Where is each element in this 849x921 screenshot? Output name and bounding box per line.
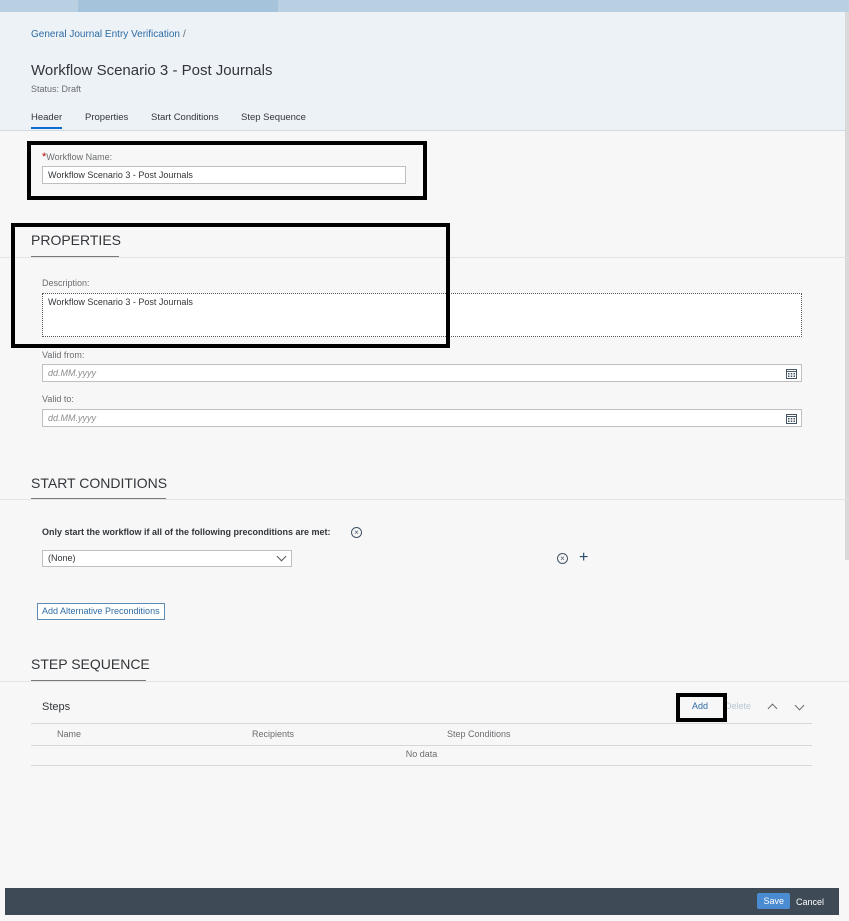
column-header-name: Name [57, 729, 82, 739]
chevron-up-icon[interactable] [767, 703, 778, 714]
workflow-name-input[interactable]: Workflow Scenario 3 - Post Journals [42, 166, 406, 184]
chevron-down-icon[interactable] [794, 700, 805, 711]
tab-start-conditions[interactable]: Start Conditions [151, 112, 219, 123]
precondition-text: Only start the workflow if all of the fo… [42, 527, 331, 537]
cancel-button[interactable]: Cancel [790, 893, 830, 909]
valid-from-input[interactable]: dd.MM.yyyy [42, 364, 802, 382]
properties-section-title: PROPERTIES [31, 232, 121, 248]
footer-toolbar: Save Cancel [5, 888, 839, 915]
page-title: Workflow Scenario 3 - Post Journals [31, 62, 273, 79]
section-divider [0, 499, 849, 500]
section-divider [0, 681, 849, 682]
tab-properties[interactable]: Properties [85, 112, 128, 123]
valid-to-input[interactable]: dd.MM.yyyy [42, 409, 802, 427]
add-alternative-preconditions-button[interactable]: Add Alternative Preconditions [37, 603, 165, 620]
column-header-recipients: Recipients [252, 729, 295, 739]
valid-from-placeholder: dd.MM.yyyy [48, 368, 97, 378]
tab-step-sequence[interactable]: Step Sequence [241, 112, 306, 123]
calendar-icon[interactable] [786, 368, 797, 379]
no-data-row: No data [31, 745, 812, 766]
description-label: Description: [42, 278, 90, 288]
description-textarea[interactable]: Workflow Scenario 3 - Post Journals [42, 293, 802, 337]
save-button[interactable]: Save [757, 893, 790, 909]
workflow-name-label: *Workflow Name: [42, 151, 112, 163]
breadcrumb-separator: / [182, 29, 186, 40]
column-header-step-conditions: Step Conditions [447, 729, 511, 739]
shell-tab-highlight [78, 0, 278, 12]
chevron-down-icon [276, 551, 287, 562]
valid-to-label: Valid to: [42, 394, 74, 404]
steps-table-header: Name Recipients Step Conditions [31, 723, 812, 746]
vertical-scrollbar[interactable] [845, 12, 849, 560]
shell-top-bar [0, 0, 849, 12]
calendar-icon[interactable] [786, 413, 797, 424]
precondition-select-value: (None) [48, 553, 76, 563]
valid-to-placeholder: dd.MM.yyyy [48, 413, 97, 423]
page-header: General Journal Entry Verification / Work… [0, 12, 849, 131]
breadcrumb-link[interactable]: General Journal Entry Verification [31, 29, 180, 40]
breadcrumb: General Journal Entry Verification / [31, 29, 186, 40]
clear-circle-icon[interactable]: × [351, 527, 362, 538]
tab-header[interactable]: Header [31, 112, 63, 129]
delete-step-button[interactable]: Delete [725, 701, 751, 711]
status-text: Status: Draft [31, 84, 82, 94]
valid-from-label: Valid from: [42, 350, 85, 360]
add-step-button[interactable]: Add [692, 701, 708, 711]
add-plus-icon[interactable]: + [579, 550, 588, 566]
workflow-name-label-text: Workflow Name: [46, 152, 113, 162]
precondition-select[interactable]: (None) [42, 550, 292, 567]
section-divider [0, 257, 849, 258]
start-conditions-section-title: START CONDITIONS [31, 475, 168, 491]
step-sequence-section-title: STEP SEQUENCE [31, 656, 150, 672]
remove-circle-icon[interactable]: × [557, 553, 568, 564]
steps-toolbar: Steps Add Delete [31, 694, 812, 722]
steps-table-title: Steps [42, 701, 71, 713]
